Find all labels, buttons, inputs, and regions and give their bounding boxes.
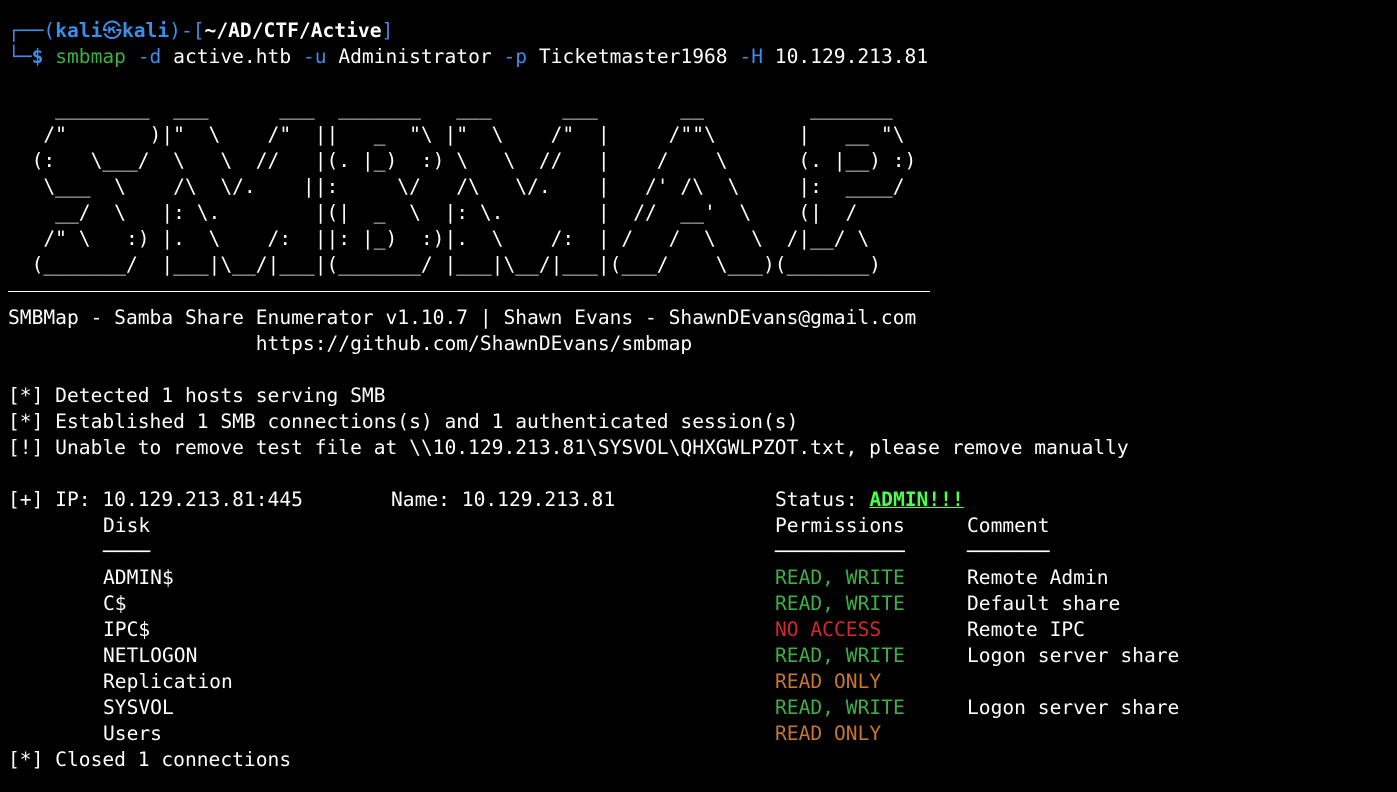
share-permissions: READ ONLY (775, 670, 882, 693)
prompt-dollar: $ (31, 45, 44, 68)
prompt-open: ┌──( (8, 19, 56, 42)
message-closed: [*] Closed 1 connections (8, 748, 292, 771)
banner-line: \___ \ /\ \/. ||: \/ /\ \/. | /' /\ \ |:… (8, 175, 905, 198)
prompt-tail: └─ (8, 45, 32, 68)
banner-line: /" )|" \ /" || _ "\ |" \ /" | /""\ | __ … (8, 123, 905, 146)
command-flag-p: -p (503, 45, 528, 68)
share-permissions: NO ACCESS (775, 618, 882, 641)
message-established: [*] Established 1 SMB connections(s) and… (8, 410, 799, 433)
prompt-host: kali (121, 19, 170, 42)
command-flag-d: -d (137, 45, 162, 68)
prompt-user: kali (55, 19, 103, 42)
banner-line: /" \ :) |. \ /: ||: |_) :)|. \ /: | / / … (8, 227, 870, 250)
command-line[interactable]: └─$ smbmap -d active.htb -u Administrato… (8, 44, 928, 70)
underline-permissions: ─────────── (775, 540, 905, 563)
command-user: Administrator (338, 45, 492, 68)
prompt-path: ~/AD/CTF/Active (204, 19, 382, 42)
share-comment: Remote Admin (967, 566, 1109, 589)
command-host: 10.129.213.81 (774, 45, 929, 68)
header-url: https://github.com/ShawnDEvans/smbmap (8, 332, 693, 355)
share-comment: Logon server share (967, 696, 1180, 719)
target-status: Status: ADMIN!!! (775, 487, 964, 513)
column-header-comment: Comment (967, 514, 1050, 537)
banner-line: (_______/ |___|\__/|___|(_______/ |___|\… (8, 253, 881, 276)
banner-line: (: \___/ \ \ // |(. |_) :) \ \ // | / \ … (8, 149, 917, 172)
command-password: Ticketmaster1968 (538, 45, 728, 68)
message-detected: [*] Detected 1 hosts serving SMB (8, 384, 386, 407)
share-comment: Default share (967, 592, 1121, 615)
banner-divider (8, 291, 930, 292)
target-ip: [+] IP: 10.129.213.81:445 (8, 488, 303, 511)
prompt-line: ┌──(kali㉿kali)-[~/AD/CTF/Active] (8, 18, 393, 44)
share-disk: ADMIN$ (103, 566, 174, 589)
share-comment: Logon server share (967, 644, 1180, 667)
column-header-disk: Disk (103, 514, 151, 537)
share-permissions: READ, WRITE (775, 566, 905, 589)
share-permissions: READ, WRITE (775, 644, 905, 667)
share-disk: IPC$ (103, 618, 151, 641)
share-disk: Replication (103, 670, 233, 693)
share-disk: Users (103, 722, 162, 745)
status-label: Status: (775, 488, 870, 511)
share-permissions: READ ONLY (775, 722, 882, 745)
command-domain: active.htb (173, 45, 292, 68)
ascii-banner: ________ ___ ___ _______ ___ ___ __ ____… (8, 96, 917, 278)
command-flag-h: -H (739, 45, 763, 68)
target-name: Name: 10.129.213.81 (391, 488, 616, 511)
share-disk: NETLOGON (103, 644, 198, 667)
banner-line: ________ ___ ___ _______ ___ ___ __ ____… (8, 97, 893, 120)
share-disk: SYSVOL (103, 696, 174, 719)
header-title: SMBMap - Samba Share Enumerator v1.10.7 … (8, 306, 917, 329)
underline-comment: ─────── (967, 540, 1050, 563)
command-flag-u: -u (302, 45, 327, 68)
share-comment: Remote IPC (967, 618, 1085, 641)
column-header-permissions: Permissions (775, 514, 905, 537)
command-binary: smbmap (55, 45, 126, 68)
banner-line: __/ \ |: \. |(| _ \ |: \. | // __' \ (| … (8, 201, 858, 224)
share-permissions: READ, WRITE (775, 592, 905, 615)
underline-disk: ──── (103, 540, 151, 563)
prompt-at-symbol: ㉿ (102, 19, 122, 42)
share-permissions: READ, WRITE (775, 696, 905, 719)
share-disk: C$ (103, 592, 127, 615)
prompt-mid: )-[ (169, 19, 205, 42)
status-badge: ADMIN!!! (869, 488, 964, 511)
terminal-window[interactable]: ┌──(kali㉿kali)-[~/AD/CTF/Active] └─$ smb… (0, 0, 1397, 792)
message-unable: [!] Unable to remove test file at \\10.1… (8, 436, 1129, 459)
prompt-close: ] (381, 19, 394, 42)
